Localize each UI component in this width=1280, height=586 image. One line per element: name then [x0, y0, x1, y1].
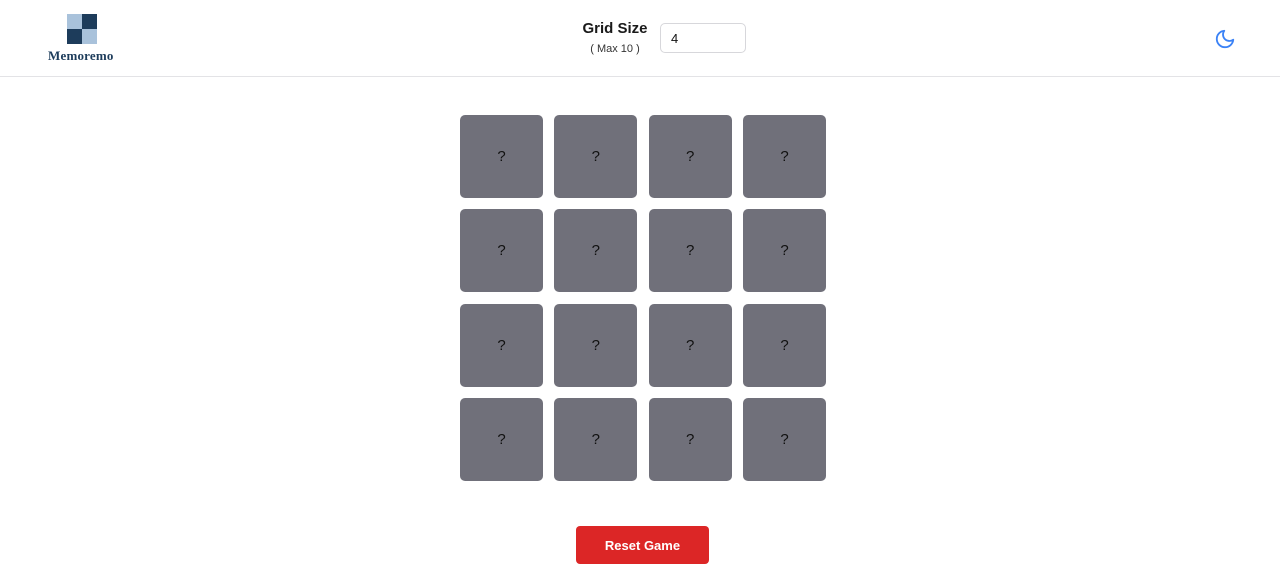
card-label: ? [780, 242, 789, 260]
memory-card[interactable]: ? [742, 397, 826, 481]
card-label: ? [591, 148, 600, 165]
memory-card[interactable]: ? [554, 115, 638, 198]
card-label: ? [591, 430, 600, 448]
card-label: ? [780, 148, 789, 165]
memory-card[interactable]: ? [648, 209, 732, 293]
memory-card[interactable]: ? [648, 397, 732, 481]
memory-card[interactable]: ? [742, 303, 826, 387]
card-label: ? [497, 242, 506, 260]
memory-card[interactable]: ? [554, 303, 638, 387]
memory-card[interactable]: ? [554, 209, 638, 293]
memory-card[interactable]: ? [648, 303, 732, 387]
grid-size-label: Grid Size [582, 20, 648, 37]
moon-icon [1215, 29, 1235, 49]
app-header: Memoremo Grid Size ( Max 10 ) [0, 0, 1280, 77]
card-label: ? [685, 242, 695, 260]
grid-size-control: Grid Size ( Max 10 ) [578, 19, 652, 63]
card-label: ? [497, 148, 506, 165]
card-label: ? [780, 336, 789, 354]
memory-card[interactable]: ? [742, 209, 826, 293]
card-label: ? [685, 430, 695, 448]
memory-card[interactable]: ? [742, 115, 826, 198]
app-logo[interactable]: Memoremo [48, 14, 118, 64]
card-label: ? [591, 336, 600, 354]
card-label: ? [685, 148, 695, 165]
grid-size-input[interactable] [660, 23, 746, 53]
logo-text: Memoremo [48, 48, 114, 63]
grid-size-hint: ( Max 10 ) [590, 43, 640, 55]
reset-game-button[interactable]: Reset Game [576, 526, 709, 564]
memory-card[interactable]: ? [554, 397, 638, 481]
theme-toggle-button[interactable] [1212, 26, 1238, 52]
memory-card[interactable]: ? [648, 115, 732, 198]
card-label: ? [497, 336, 506, 354]
card-grid: ???????????????? [460, 115, 826, 481]
card-label: ? [497, 430, 506, 448]
card-label: ? [780, 430, 789, 448]
card-label: ? [685, 336, 695, 354]
memory-card[interactable]: ? [460, 397, 543, 481]
memory-card[interactable]: ? [460, 209, 543, 293]
memory-card[interactable]: ? [460, 303, 543, 387]
memory-card[interactable]: ? [460, 115, 543, 198]
logo-mark-icon [67, 14, 97, 44]
card-label: ? [591, 242, 600, 260]
